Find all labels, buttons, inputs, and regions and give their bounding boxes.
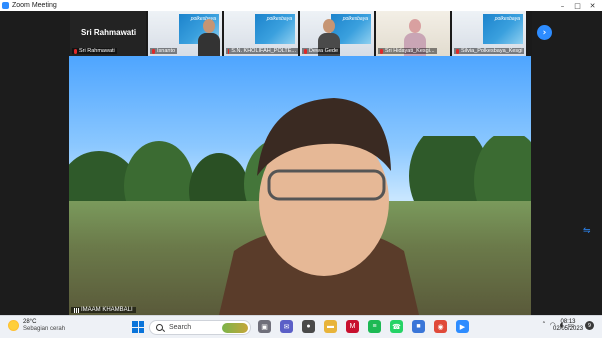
taskbar: 28°C Sebagian cerah Search ▣ ✉ ● ▬ M ≡ ☎ ■ ◉ ▶ ˄ …	[0, 315, 602, 338]
active-speaker-tile[interactable]: Sri Rahmawati Sri Rahmawati	[70, 11, 146, 56]
window-title: Zoom Meeting	[12, 2, 57, 9]
zoom-icon[interactable]: ▶	[456, 320, 469, 333]
weather-widget[interactable]: 28°C Sebagian cerah	[8, 319, 65, 332]
speaker-name: IMAAM KHAMBALI	[81, 307, 133, 313]
muted-mic-icon	[152, 48, 155, 54]
maximize-button[interactable]: □	[570, 0, 585, 11]
participant-tile[interactable]: polkesbaya S.N. KHOLIFAH_POLTE...	[224, 11, 298, 56]
speaker-name-label: IMAAM KHAMBALI	[71, 307, 136, 313]
chevron-up-icon[interactable]: ˄	[542, 321, 546, 329]
banner-text: polkesbaya	[266, 16, 292, 22]
weather-temp: 28°C	[23, 319, 37, 325]
participant-name: Silvia_Polkesbaya_Kesgi	[461, 48, 523, 54]
active-speaker-big-name: Sri Rahmawati	[81, 28, 137, 37]
start-button[interactable]	[132, 321, 144, 333]
banner-text: polkesbaya	[342, 16, 368, 22]
participant-name: Isnanto	[157, 48, 176, 54]
participant-tile[interactable]: polkesbaya Dewa Gede	[300, 11, 374, 56]
clock-date: 02/05/2023	[553, 326, 584, 333]
muted-mic-icon	[456, 48, 459, 54]
participant-video	[198, 19, 220, 56]
participant-label: Sri Hidayati_Kesgi...	[378, 48, 437, 54]
participant-name: Sri Hidayati_Kesgi...	[385, 48, 435, 54]
notification-badge[interactable]: 9	[585, 321, 594, 330]
participant-name: Dewa Gede	[309, 48, 339, 54]
zoom-app-icon	[2, 2, 9, 9]
search-label: Search	[169, 324, 192, 331]
mcafee-icon[interactable]: M	[346, 320, 359, 333]
sun-icon	[8, 320, 19, 332]
banner-text: polkesbaya	[494, 16, 520, 22]
participant-label: S.N. KHOLIFAH_POLTE...	[226, 48, 298, 54]
task-view-icon[interactable]: ▣	[258, 320, 271, 333]
search-box[interactable]: Search	[149, 320, 251, 335]
muted-mic-icon	[304, 48, 307, 54]
search-highlight-image	[222, 323, 248, 333]
store-icon[interactable]: ■	[412, 320, 425, 333]
minimize-button[interactable]: –	[555, 0, 570, 11]
whatsapp-icon[interactable]: ☎	[390, 320, 403, 333]
clock-time: 08:13	[560, 319, 576, 325]
participant-gallery: Sri Rahmawati Sri Rahmawati polkesbaya I…	[70, 11, 532, 56]
participant-label: Isnanto	[150, 48, 178, 54]
participant-name: S.N. KHOLIFAH_POLTE...	[231, 48, 296, 54]
camera-icon[interactable]: ●	[302, 320, 315, 333]
chat-icon[interactable]: ✉	[280, 320, 293, 333]
muted-mic-icon	[228, 48, 230, 54]
search-icon	[156, 324, 163, 331]
speaker-person	[219, 98, 419, 315]
next-page-button[interactable]: ›	[537, 25, 552, 40]
chevron-right-icon: ›	[542, 27, 547, 38]
signal-icon	[74, 307, 79, 313]
participant-tile[interactable]: polkesbaya Isnanto	[148, 11, 222, 56]
clock[interactable]: 08:13 02/05/2023	[553, 319, 583, 333]
speaker-video: IMAAM KHAMBALI	[69, 56, 531, 315]
active-speaker-label: Sri Rahmawati	[72, 48, 117, 54]
window-controls: – □ ✕	[555, 0, 600, 11]
side-panel-icon[interactable]: ⇋	[583, 226, 591, 236]
muted-mic-icon	[74, 48, 77, 54]
file-explorer-icon[interactable]: ▬	[324, 320, 337, 333]
close-button[interactable]: ✕	[585, 0, 600, 11]
participant-tile[interactable]: Sri Hidayati_Kesgi...	[376, 11, 450, 56]
participant-label: Silvia_Polkesbaya_Kesgi	[454, 48, 525, 54]
title-bar: Zoom Meeting – □ ✕	[0, 0, 602, 11]
chrome-icon[interactable]: ◉	[434, 320, 447, 333]
muted-mic-icon	[380, 48, 383, 54]
participant-tile[interactable]: polkesbaya Silvia_Polkesbaya_Kesgi	[452, 11, 526, 56]
participant-label: Dewa Gede	[302, 48, 341, 54]
weather-condition: Sebagian cerah	[23, 325, 66, 332]
spotify-icon[interactable]: ≡	[368, 320, 381, 333]
active-speaker-name: Sri Rahmawati	[79, 48, 115, 54]
